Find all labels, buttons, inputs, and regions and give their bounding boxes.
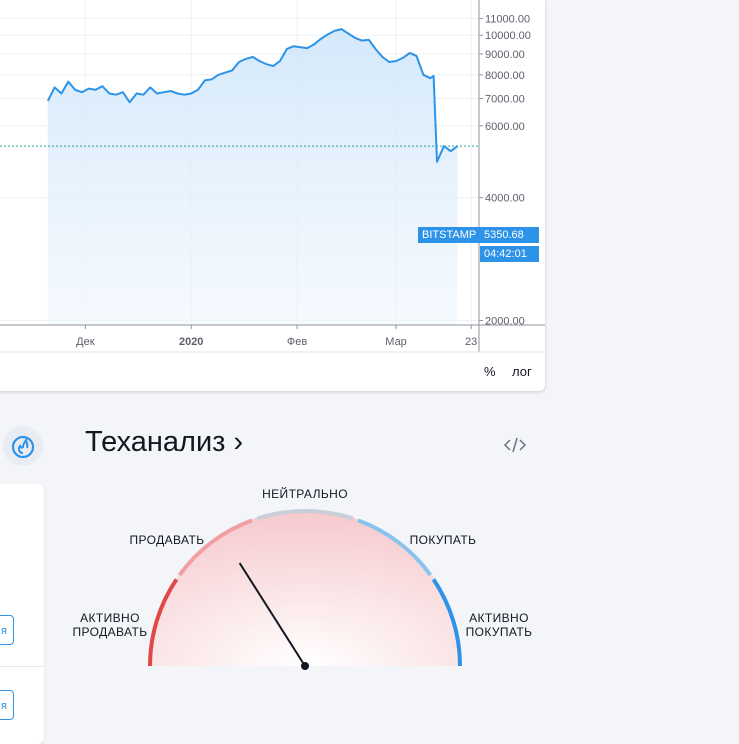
- price-point: [204, 79, 206, 81]
- side-action-chip[interactable]: я: [0, 615, 14, 645]
- price-point: [101, 85, 103, 87]
- log-scale-toggle[interactable]: лог: [512, 364, 532, 379]
- price-point: [183, 94, 185, 96]
- price-point: [88, 88, 90, 90]
- price-chart-card: 11000.00 10000.00 9000.00 8000.00 7000.00 600…: [0, 0, 545, 391]
- price-point: [190, 92, 192, 94]
- time-tick-label: Мар: [385, 336, 407, 348]
- price-point: [395, 60, 397, 62]
- price-point: [122, 91, 124, 93]
- price-point: [293, 45, 295, 47]
- last-price-badge: 5350.68: [480, 227, 539, 243]
- price-tick-label: 7000.00: [485, 93, 525, 105]
- embed-code-icon[interactable]: [502, 434, 528, 456]
- price-point: [368, 39, 370, 41]
- price-tick-label: 11000.00: [485, 13, 530, 25]
- price-point: [433, 75, 435, 77]
- price-point: [231, 69, 233, 71]
- price-point: [81, 91, 83, 93]
- price-point: [272, 65, 274, 67]
- price-point: [375, 48, 377, 50]
- price-point: [197, 89, 199, 91]
- price-point: [258, 60, 260, 62]
- price-point: [457, 145, 459, 147]
- price-point: [334, 30, 336, 32]
- price-point: [218, 74, 220, 76]
- price-point: [306, 47, 308, 49]
- price-point: [340, 28, 342, 30]
- price-point: [47, 100, 49, 102]
- price-point: [299, 46, 301, 48]
- price-point: [54, 86, 56, 88]
- tech-analysis-gauge: [148, 509, 462, 670]
- price-point: [136, 92, 138, 94]
- price-point: [381, 56, 383, 58]
- price-point: [443, 145, 445, 147]
- price-point: [436, 161, 438, 163]
- side-divider: [0, 666, 44, 667]
- price-point: [238, 61, 240, 63]
- fire-icon: [11, 435, 35, 459]
- price-point: [245, 58, 247, 60]
- price-point: [129, 101, 131, 103]
- price-point: [409, 52, 411, 54]
- price-point: [74, 89, 76, 91]
- price-point: [402, 57, 404, 59]
- price-tick-label: 6000.00: [485, 121, 525, 133]
- tech-analysis-title-text[interactable]: Теханализ: [85, 426, 225, 458]
- percent-scale-toggle[interactable]: %: [484, 364, 496, 379]
- price-tick-label: 2000.00: [485, 316, 525, 328]
- price-point: [224, 72, 226, 74]
- price-tick-label: 8000.00: [485, 70, 525, 82]
- price-point: [320, 38, 322, 40]
- gauge-needle-pivot: [301, 662, 309, 670]
- time-tick-label: 23: [465, 336, 477, 348]
- price-point: [108, 92, 110, 94]
- gauge-label-neutral: НЕЙТРАЛЬНО: [262, 487, 348, 501]
- price-point: [60, 92, 62, 94]
- price-point: [170, 90, 172, 92]
- price-point: [429, 77, 431, 79]
- price-point: [265, 63, 267, 65]
- price-point: [327, 33, 329, 35]
- price-point: [211, 78, 213, 80]
- price-point: [163, 91, 165, 93]
- price-tick-label: 10000.00: [485, 30, 531, 42]
- price-point: [422, 74, 424, 76]
- tech-analysis-title[interactable]: Теханализ ›: [85, 426, 243, 459]
- price-tick-label: 9000.00: [485, 49, 525, 61]
- price-point: [286, 48, 288, 50]
- price-point: [142, 94, 144, 96]
- price-point: [354, 37, 356, 39]
- price-axis: 11000.00 10000.00 9000.00 8000.00 7000.00 600…: [479, 13, 531, 328]
- price-point: [149, 86, 151, 88]
- price-chart[interactable]: 11000.00 10000.00 9000.00 8000.00 7000.00 600…: [0, 0, 545, 391]
- time-axis: Дек 2020 Фев Мар 23: [76, 325, 477, 348]
- price-point: [416, 55, 418, 57]
- price-point: [347, 32, 349, 34]
- price-point: [388, 61, 390, 63]
- price-point: [279, 60, 281, 62]
- price-point: [177, 92, 179, 94]
- side-panel: я я: [0, 484, 44, 744]
- time-tick-label: Фев: [287, 336, 307, 348]
- countdown-badge: 04:42:01: [480, 246, 539, 262]
- price-point: [156, 92, 158, 94]
- price-point: [313, 43, 315, 45]
- gauge-face: [149, 510, 461, 666]
- price-point: [95, 89, 97, 91]
- price-point: [67, 81, 69, 83]
- price-point: [115, 94, 117, 96]
- price-point: [450, 150, 452, 152]
- price-point: [252, 56, 254, 58]
- side-action-chip[interactable]: я: [0, 690, 14, 720]
- chevron-right-icon: ›: [233, 426, 244, 458]
- time-tick-label: Дек: [76, 336, 95, 348]
- price-point: [361, 40, 363, 42]
- exchange-badge: BITSTAMP: [418, 227, 481, 243]
- price-tick-label: 4000.00: [485, 193, 525, 205]
- time-tick-label: 2020: [179, 336, 203, 348]
- trending-button[interactable]: [3, 426, 43, 466]
- price-area-fill: [47, 29, 458, 325]
